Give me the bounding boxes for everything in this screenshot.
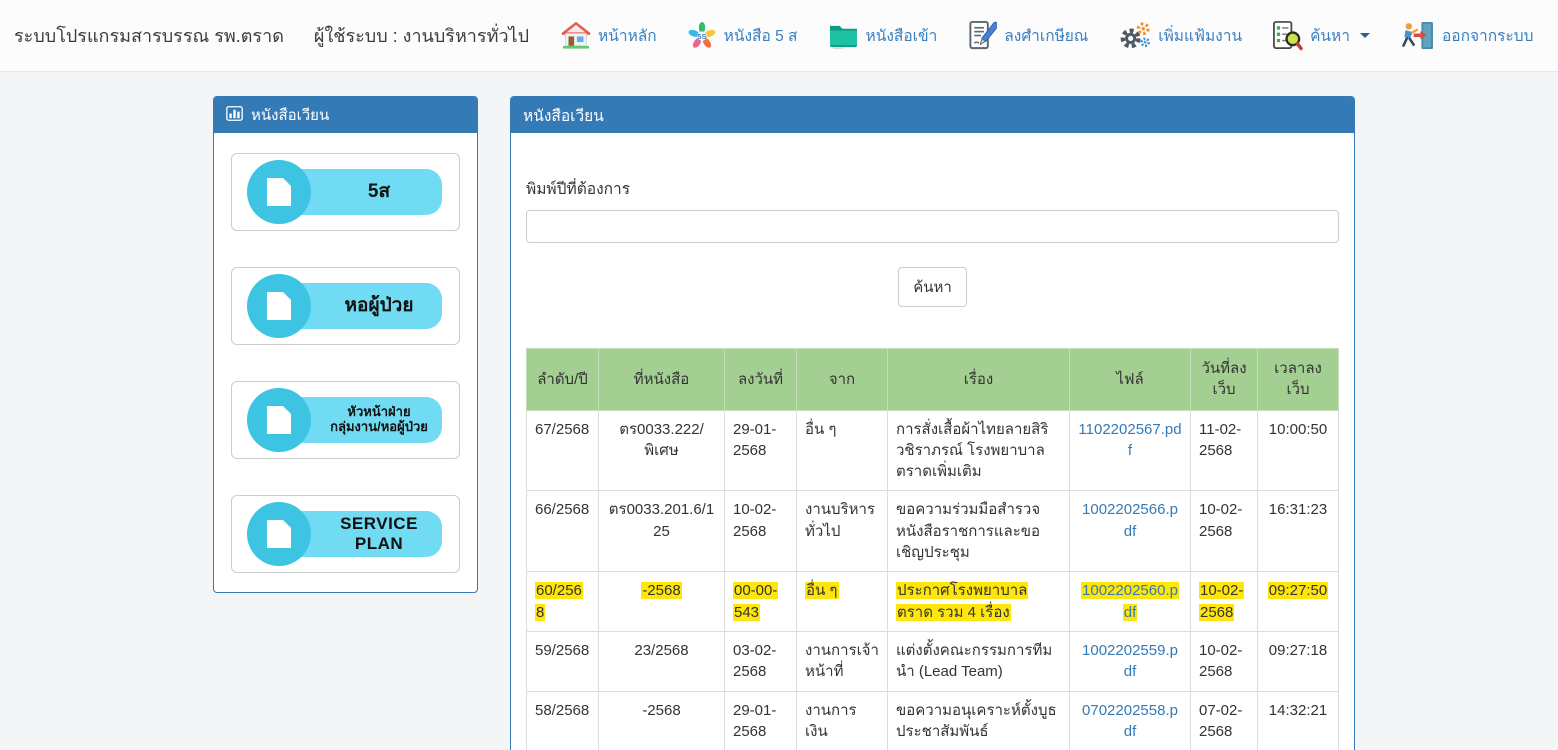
chevron-down-icon xyxy=(1360,33,1370,38)
file-icon xyxy=(247,388,311,452)
table-row: 59/2568 23/2568 03-02-2568 งานการเจ้า​หน… xyxy=(527,631,1339,691)
nav-add-work-folder[interactable]: เพิ่มแฟ้มงาน xyxy=(1118,21,1242,51)
col-web-date: วันที่ลง​เว็บ xyxy=(1191,349,1258,411)
current-user-label: ผู้ใช้ระบบ : งานบริหารทั่วไป xyxy=(314,21,529,50)
panel-body: พิมพ์ปีที่ต้องการ ค้นหา ลำดับ/ปี ที่หนัง… xyxy=(511,133,1354,750)
top-navbar: ระบบโปรแกรมสารบรรณ รพ.ตราด ผู้ใช้ระบบ : … xyxy=(0,0,1558,72)
file-icon xyxy=(247,274,311,338)
circular-letters-sidebar: หนังสือเวียน 5ส หอผู้ป่วย xyxy=(213,96,478,593)
file-link[interactable]: 1002202560.pdf xyxy=(1081,582,1179,620)
circular-letters-panel: หนังสือเวียน พิมพ์ปีที่ต้องการ ค้นหา ลำด… xyxy=(510,96,1355,750)
nav-home[interactable]: หน้าหลัก xyxy=(561,21,657,50)
green-folder-icon xyxy=(828,22,859,49)
table-row: 66/2568 ตร0033.201.6/125 10-02-2568 งานบ… xyxy=(527,491,1339,572)
file-link[interactable]: 1002202559.pdf xyxy=(1082,642,1178,680)
table-header-row: ลำดับ/ปี ที่หนังสือ ลงวันที่ จาก เรื่อง … xyxy=(527,349,1339,411)
nav-books-5s[interactable]: 5S หนังสือ 5 ส xyxy=(687,21,798,51)
col-file: ไฟล์ xyxy=(1070,349,1191,411)
sidebar-title: หนังสือเวียน xyxy=(251,103,329,127)
col-subject: เรื่อง xyxy=(888,349,1070,411)
memo-pen-icon xyxy=(967,20,997,51)
table-row: 58/2568 -2568 29-01-2568 งานการเงิน ขอคว… xyxy=(527,691,1339,750)
gears-icon xyxy=(1118,21,1151,51)
file-link[interactable]: 1002202566.pdf xyxy=(1082,501,1178,539)
col-doc-number: ที่หนังสือ xyxy=(599,349,725,411)
file-icon xyxy=(247,502,311,566)
home-icon xyxy=(561,21,591,50)
search-button[interactable]: ค้นหา xyxy=(898,267,967,307)
file-link[interactable]: 1102202567.pdf xyxy=(1078,421,1181,459)
nav-incoming-mail[interactable]: หนังสือเข้า xyxy=(828,22,938,49)
table-row-highlighted: 60/2568 -2568 00-00-543 อื่น ๆ ประกาศโรง… xyxy=(527,572,1339,632)
sidebar-header: หนังสือเวียน xyxy=(214,97,477,133)
col-from: จาก xyxy=(797,349,888,411)
col-web-time: เวลาลง​เว็บ xyxy=(1258,349,1339,411)
sidebar-button-department-heads[interactable]: หัวหน้าฝ่าย กลุ่มงาน/หอผู้ป่วย xyxy=(231,381,460,459)
circular-letters-table: ลำดับ/ปี ที่หนังสือ ลงวันที่ จาก เรื่อง … xyxy=(526,348,1339,750)
panel-header: หนังสือเวียน xyxy=(511,97,1354,133)
five-s-icon: 5S xyxy=(687,21,717,51)
sidebar-button-service-plan[interactable]: SERVICE PLAN xyxy=(231,495,460,573)
sidebar-button-5s[interactable]: 5ส xyxy=(231,153,460,231)
app-title: ระบบโปรแกรมสารบรรณ รพ.ตราด xyxy=(14,21,284,50)
file-icon xyxy=(247,160,311,224)
col-seq-year: ลำดับ/ปี xyxy=(527,349,599,411)
year-search-label: พิมพ์ปีที่ต้องการ xyxy=(526,176,1339,201)
svg-text:5S: 5S xyxy=(697,31,706,40)
logout-icon xyxy=(1400,21,1435,50)
sidebar-button-patient-ward[interactable]: หอผู้ป่วย xyxy=(231,267,460,345)
main-menu: หน้าหลัก 5S หนังสือ 5 ส xyxy=(561,20,1533,51)
bar-chart-icon xyxy=(226,106,243,125)
col-doc-date: ลงวันที่ xyxy=(725,349,797,411)
nav-search[interactable]: ค้นหา xyxy=(1272,20,1370,51)
year-search-input[interactable] xyxy=(526,210,1339,243)
nav-sign-memo[interactable]: ลงศำเกษียณ xyxy=(967,20,1088,51)
file-link[interactable]: 0702202558.pdf xyxy=(1082,702,1178,740)
sidebar-body: 5ส หอผู้ป่วย หัวหน้าฝ่าย กลุ่มงาน/หอผู้ป… xyxy=(214,133,477,592)
search-doc-icon xyxy=(1272,20,1303,51)
table-row: 67/2568 ตร0033.222/พิเศษ 29-01-2568 อื่น… xyxy=(527,410,1339,491)
nav-logout[interactable]: ออกจากระบบ xyxy=(1400,21,1534,50)
panel-title: หนังสือเวียน xyxy=(523,103,604,128)
